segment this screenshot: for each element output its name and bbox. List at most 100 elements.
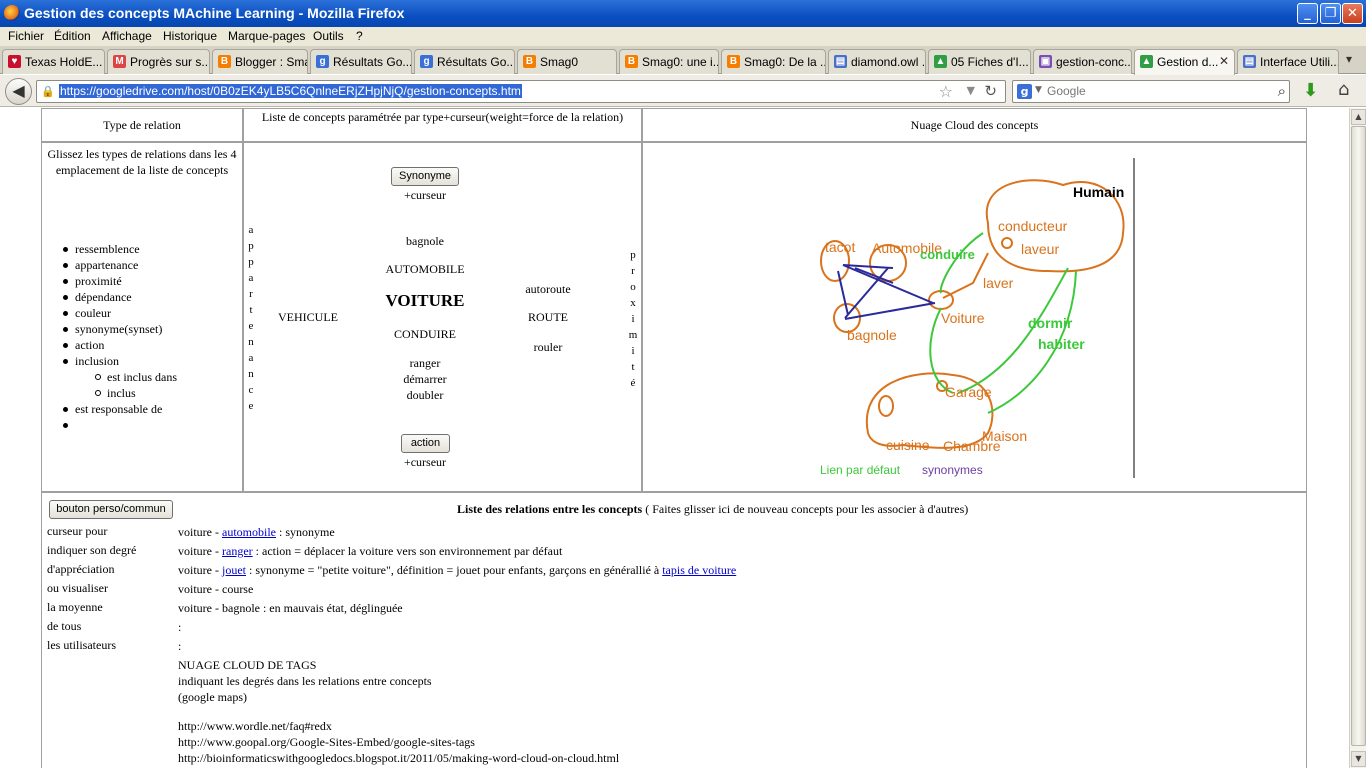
relation-type-item[interactable]: [63, 417, 177, 433]
menu-affichage[interactable]: Affichage: [102, 29, 152, 43]
menu-historique[interactable]: Historique: [163, 29, 217, 43]
relation-type-item[interactable]: proximité: [63, 273, 177, 289]
cloud-voiture[interactable]: Voiture: [941, 310, 985, 326]
minimize-button[interactable]: _: [1297, 3, 1318, 24]
top-cursor-label[interactable]: +curseur: [375, 188, 475, 203]
cursor-help-line: les utilisateurs: [47, 638, 116, 652]
relation-type-item[interactable]: inclusion: [63, 353, 177, 369]
scroll-down-arrow-icon[interactable]: ▼: [1351, 751, 1366, 767]
vertical-letter: p: [248, 256, 254, 268]
maximize-button[interactable]: ❐: [1320, 3, 1341, 24]
menu-outils[interactable]: Outils: [313, 29, 344, 43]
concept-ranger[interactable]: ranger: [375, 356, 475, 371]
cloud-maison[interactable]: Maison: [982, 428, 1027, 444]
bottom-cursor-label[interactable]: +curseur: [375, 455, 475, 470]
cloud-tacot[interactable]: tacot: [825, 239, 855, 255]
scroll-up-arrow-icon[interactable]: ▲: [1351, 109, 1366, 125]
home-icon[interactable]: ⌂: [1338, 79, 1349, 100]
menu-help[interactable]: ?: [356, 29, 363, 43]
relation-link[interactable]: tapis de voiture: [662, 563, 736, 577]
tab-5[interactable]: B Smag0: [517, 49, 617, 74]
link-wordle[interactable]: http://www.wordle.net/faq#redx: [178, 718, 332, 734]
url-bar[interactable]: 🔒 https://googledrive.com/host/0B0zEK4yL…: [36, 80, 1006, 103]
tab-list-dropdown-icon[interactable]: ▾: [1346, 52, 1352, 66]
close-tab-icon[interactable]: ✕: [1219, 54, 1229, 68]
menu-marque-pages[interactable]: Marque-pages: [228, 29, 305, 43]
relation-type-item[interactable]: couleur: [63, 305, 177, 321]
relation-link[interactable]: automobile: [222, 525, 276, 539]
download-icon[interactable]: ⬇: [1303, 80, 1318, 101]
concept-vehicule[interactable]: VEHICULE: [264, 310, 352, 325]
scroll-thumb[interactable]: [1351, 126, 1366, 746]
cloud-dormir[interactable]: dormir: [1028, 315, 1072, 331]
synonyme-button[interactable]: Synonyme: [391, 167, 459, 186]
close-window-button[interactable]: ✕: [1342, 3, 1363, 24]
url-dropdown-icon[interactable]: ▼: [967, 84, 975, 97]
concept-conduire[interactable]: CONDUIRE: [365, 327, 485, 342]
tab-3[interactable]: g Résultats Go...: [310, 49, 412, 74]
relation-type-item[interactable]: appartenance: [63, 257, 177, 273]
tab-label: 05 Fiches d'I...: [951, 55, 1029, 69]
tab-6[interactable]: B Smag0: une i...: [619, 49, 719, 74]
relation-type-item[interactable]: ressemblence: [63, 241, 177, 257]
menu-fichier[interactable]: Fichier: [8, 29, 44, 43]
relation-type-item[interactable]: synonyme(synset): [63, 321, 177, 337]
concept-bagnole[interactable]: bagnole: [375, 234, 475, 249]
gmail-icon: M: [113, 55, 126, 68]
url-text[interactable]: https://googledrive.com/host/0B0zEK4yLB5…: [59, 84, 522, 98]
cloud-conduire[interactable]: conduire: [920, 247, 975, 262]
cloud-garage[interactable]: Garage: [945, 384, 992, 400]
cloud-bagnole[interactable]: bagnole: [847, 327, 897, 343]
vertical-scrollbar[interactable]: ▲ ▼: [1349, 108, 1366, 768]
concept-rouler[interactable]: rouler: [508, 340, 588, 355]
tab-9[interactable]: ▲ 05 Fiches d'I...: [928, 49, 1031, 74]
google-engine-icon[interactable]: g: [1017, 84, 1032, 99]
reload-icon[interactable]: ↻: [984, 82, 997, 100]
concept-voiture[interactable]: VOITURE: [355, 291, 495, 311]
window-title: Gestion des concepts MAchine Learning - …: [24, 5, 405, 21]
action-button[interactable]: action: [401, 434, 450, 453]
tab-10[interactable]: ▣ gestion-conc...: [1033, 49, 1132, 74]
relation-link[interactable]: jouet: [222, 563, 246, 577]
document-icon: ▤: [834, 55, 847, 68]
vertical-letter: t: [249, 304, 253, 316]
tab-2[interactable]: B Blogger : Sma...: [212, 49, 308, 74]
bouton-perso-commun[interactable]: bouton perso/commun: [49, 500, 173, 519]
tab-1[interactable]: M Progrès sur s...: [107, 49, 210, 74]
vertical-letter: r: [249, 288, 253, 300]
concept-demarrer[interactable]: démarrer: [375, 372, 475, 387]
concept-doubler[interactable]: doubler: [375, 388, 475, 403]
search-icon[interactable]: ⌕: [1278, 82, 1286, 100]
bookmark-star-icon[interactable]: ☆: [939, 82, 953, 101]
relation-link[interactable]: ranger: [222, 544, 253, 558]
relation-type-item[interactable]: est inclus dans: [75, 369, 177, 385]
tab-4[interactable]: g Résultats Go...: [414, 49, 515, 74]
tab-7[interactable]: B Smag0: De la ...: [721, 49, 826, 74]
link-bioinformatics[interactable]: http://bioinformaticswithgoogledocs.blog…: [178, 750, 619, 766]
concept-autoroute[interactable]: autoroute: [508, 282, 588, 297]
tab-12[interactable]: ▤ Interface Utili...: [1237, 49, 1339, 74]
cloud-humain[interactable]: Humain: [1073, 184, 1124, 200]
search-placeholder[interactable]: Google: [1047, 84, 1086, 98]
vertical-letter: a: [248, 224, 254, 236]
search-bar[interactable]: g ▼ Google ⌕: [1012, 80, 1290, 103]
cloud-habiter[interactable]: habiter: [1038, 336, 1085, 352]
relation-type-item[interactable]: inclus: [75, 385, 177, 401]
concept-automobile[interactable]: AUTOMOBILE: [365, 262, 485, 277]
cloud-conducteur[interactable]: conducteur: [998, 218, 1067, 234]
concept-route[interactable]: ROUTE: [508, 310, 588, 325]
back-button[interactable]: ◀: [5, 78, 32, 105]
tab-11[interactable]: ▲ Gestion d... ✕: [1134, 49, 1235, 75]
relation-type-item[interactable]: est responsable de: [63, 401, 177, 417]
relation-type-item[interactable]: action: [63, 337, 177, 353]
tab-8[interactable]: ▤ diamond.owl ...: [828, 49, 926, 74]
tab-0[interactable]: ♥ Texas HoldE...: [2, 49, 105, 74]
tab-label: Résultats Go...: [437, 55, 515, 69]
cloud-laveur[interactable]: laveur: [1021, 241, 1059, 257]
menu-edition[interactable]: Édition: [54, 29, 91, 43]
link-goopal[interactable]: http://www.goopal.org/Google-Sites-Embed…: [178, 734, 475, 750]
engine-dropdown-icon[interactable]: ▼: [1035, 85, 1042, 95]
relation-type-item[interactable]: dépendance: [63, 289, 177, 305]
cloud-laver[interactable]: laver: [983, 275, 1013, 291]
cloud-cuisine[interactable]: cuisine: [886, 437, 930, 453]
